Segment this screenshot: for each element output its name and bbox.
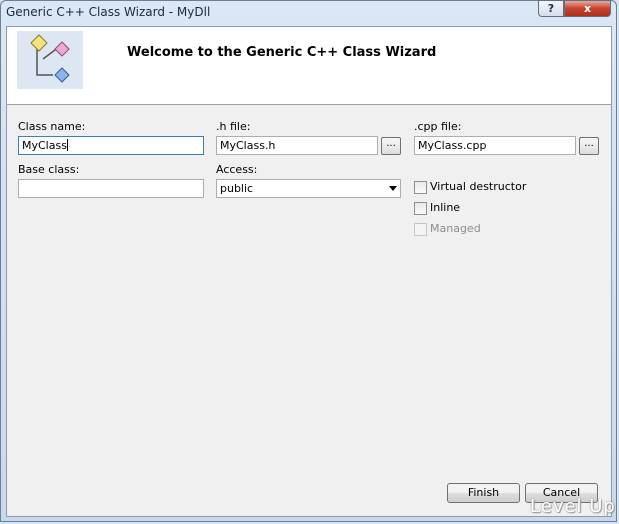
finish-button[interactable]: Finish: [447, 483, 520, 503]
window-title: Generic C++ Class Wizard - MyDll: [6, 5, 211, 19]
class-name-value: MyClass: [22, 139, 67, 152]
cpp-file-browse-button[interactable]: ...: [579, 137, 599, 155]
h-file-label: .h file:: [216, 120, 251, 133]
base-class-input[interactable]: [18, 179, 204, 198]
cpp-file-input[interactable]: MyClass.cpp: [414, 136, 576, 155]
h-file-browse-button[interactable]: ...: [381, 137, 401, 155]
wizard-window: Generic C++ Class Wizard - MyDll ? x Wel…: [0, 0, 617, 522]
ellipsis-icon: ...: [584, 138, 594, 149]
welcome-banner: Welcome to the Generic C++ Class Wizard: [7, 27, 611, 105]
h-file-value: MyClass.h: [220, 139, 276, 152]
text-cursor: [66, 139, 68, 151]
base-class-label: Base class:: [18, 163, 80, 176]
managed-label: Managed: [430, 222, 481, 235]
help-button[interactable]: ?: [538, 0, 564, 17]
class-diagram-icon: [17, 31, 83, 89]
cpp-file-label: .cpp file:: [414, 120, 462, 133]
class-name-label: Class name:: [18, 120, 86, 133]
access-select[interactable]: public: [216, 179, 401, 198]
virtual-destructor-checkbox[interactable]: [414, 181, 427, 194]
managed-checkbox: [414, 223, 427, 236]
inline-checkbox[interactable]: [414, 202, 427, 215]
level-up-watermark: Level Up: [530, 496, 616, 517]
class-name-input[interactable]: MyClass: [18, 136, 204, 155]
virtual-destructor-label[interactable]: Virtual destructor: [430, 180, 526, 193]
chevron-down-icon: [389, 186, 397, 191]
access-selected-value: public: [220, 182, 254, 195]
help-icon: ?: [547, 2, 555, 15]
cpp-file-value: MyClass.cpp: [418, 139, 487, 152]
access-label: Access:: [216, 163, 258, 176]
close-button[interactable]: x: [564, 0, 611, 17]
inline-label[interactable]: Inline: [430, 201, 460, 214]
close-icon: x: [583, 2, 592, 15]
ellipsis-icon: ...: [386, 138, 396, 149]
welcome-heading: Welcome to the Generic C++ Class Wizard: [127, 45, 437, 60]
title-bar[interactable]: Generic C++ Class Wizard - MyDll ? x: [1, 0, 616, 25]
h-file-input[interactable]: MyClass.h: [216, 136, 378, 155]
dialog-client-area: Welcome to the Generic C++ Class Wizard …: [6, 26, 612, 517]
